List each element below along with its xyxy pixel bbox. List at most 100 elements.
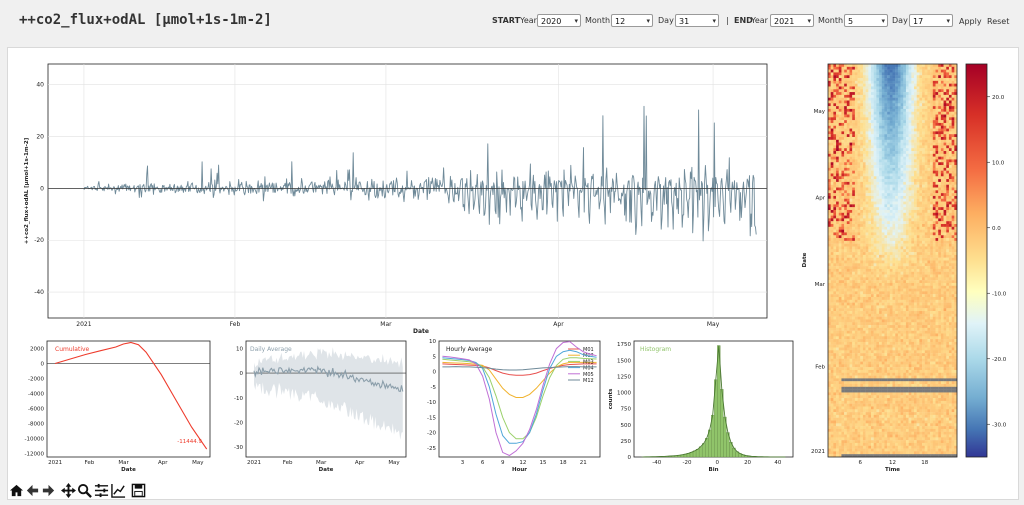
heatmap-cell — [889, 215, 893, 219]
plots-canvas[interactable]: 40200-20-402021 Feb Mar Apr MayDate++co2_flu… — [0, 0, 1024, 505]
x-axis-label: Date — [413, 328, 429, 335]
heatmap-cell — [927, 173, 931, 177]
heatmap-cell — [903, 103, 907, 107]
heatmap-cell — [873, 131, 877, 135]
heatmap-cell — [935, 274, 939, 278]
heatmap-cell — [862, 106, 866, 110]
heatmap-cell — [868, 282, 872, 286]
heatmap-cell — [905, 111, 909, 115]
heatmap-cell — [857, 257, 861, 261]
heatmap-cell — [922, 277, 925, 281]
heatmap-cell — [846, 100, 850, 104]
heatmap-cell — [911, 319, 915, 323]
heatmap-cell — [932, 274, 936, 278]
heatmap-cell — [951, 173, 955, 177]
heatmap-cell — [868, 294, 872, 298]
heatmap-cell — [876, 221, 880, 225]
heatmap-cell — [849, 339, 853, 343]
heatmap-cell — [884, 69, 888, 73]
heatmap-cell — [884, 75, 888, 79]
heatmap-cell — [903, 86, 907, 90]
heatmap-cell — [938, 103, 942, 107]
heatmap-cell — [873, 75, 877, 79]
heatmap-cell — [844, 64, 848, 68]
heatmap-cell — [935, 179, 939, 183]
heatmap-cell — [905, 263, 909, 267]
heatmap-cell — [862, 156, 866, 160]
heatmap-cell — [927, 282, 931, 286]
heatmap-cell — [828, 308, 831, 312]
heatmap-cell — [940, 325, 944, 329]
y-tick-label: 0 — [628, 455, 632, 461]
heatmap-cell — [836, 224, 839, 228]
heatmap-cell — [846, 195, 850, 199]
heatmap-cell — [895, 246, 899, 250]
heatmap-cell — [895, 313, 899, 317]
heatmap-cell — [911, 111, 915, 115]
heatmap-cell — [833, 103, 837, 107]
heatmap-cell — [927, 69, 931, 73]
heatmap-cell — [844, 193, 848, 197]
heatmap-cell — [900, 311, 904, 315]
heatmap-cell — [862, 243, 866, 247]
heatmap-cell — [865, 252, 869, 256]
heatmap-cell — [919, 221, 923, 225]
heatmap-cell — [846, 78, 850, 82]
heatmap-cell — [844, 308, 848, 312]
heatmap-cell — [862, 257, 866, 261]
heatmap-cell — [860, 246, 864, 250]
heatmap-cell — [916, 299, 920, 303]
heatmap-cell — [914, 89, 917, 93]
heatmap-cell — [938, 207, 942, 211]
heatmap-cell — [887, 302, 891, 306]
heatmap-cell — [865, 327, 869, 331]
heatmap-cell — [932, 131, 936, 135]
heatmap-cell — [916, 322, 920, 326]
heatmap-cell — [849, 277, 853, 281]
heatmap-cell — [948, 260, 952, 264]
heatmap-cell — [876, 282, 880, 286]
heatmap-cell — [943, 285, 947, 289]
heatmap-cell — [895, 167, 899, 171]
heatmap-cell — [860, 277, 864, 281]
heatmap-cell — [857, 325, 861, 329]
heatmap-cell — [897, 341, 901, 345]
heatmap-cell — [844, 120, 848, 124]
heatmap-cell — [919, 257, 923, 261]
heatmap-cell — [916, 280, 920, 284]
heatmap-cell — [884, 232, 888, 236]
heatmap-cell — [873, 294, 877, 298]
heatmap-cell — [876, 75, 880, 79]
heatmap-cell — [892, 120, 896, 124]
heatmap-cell — [854, 64, 858, 68]
heatmap-cell — [916, 125, 920, 129]
heatmap-cell — [900, 212, 904, 216]
heatmap-cell — [844, 114, 848, 118]
heatmap-cell — [927, 103, 931, 107]
heatmap-cell — [849, 274, 853, 278]
heatmap-cell — [846, 184, 850, 188]
heatmap-cell — [830, 274, 834, 278]
heatmap-cell — [903, 125, 907, 129]
heatmap-cell — [828, 72, 831, 76]
heatmap-cell — [916, 232, 920, 236]
heatmap-cell — [862, 311, 866, 315]
heatmap-cell — [951, 97, 955, 101]
heatmap-cell — [922, 69, 925, 73]
heatmap-cell — [911, 173, 915, 177]
heatmap-cell — [846, 190, 850, 194]
heatmap-cell — [857, 122, 861, 126]
heatmap-cell — [914, 215, 917, 219]
heatmap-cell — [852, 274, 856, 278]
heatmap-cell — [905, 238, 909, 242]
heatmap-cell — [905, 151, 909, 155]
heatmap-cell — [838, 179, 842, 183]
heatmap-cell — [868, 153, 872, 157]
heatmap-cell — [852, 333, 856, 337]
heatmap-cell — [887, 89, 891, 93]
heatmap-cell — [905, 120, 909, 124]
heatmap-cell — [873, 106, 877, 110]
heatmap-cell — [857, 117, 861, 121]
heatmap-cell — [876, 120, 880, 124]
heatmap-cell — [836, 260, 839, 264]
